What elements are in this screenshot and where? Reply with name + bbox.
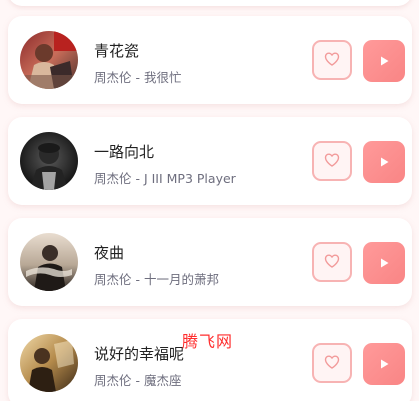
heart-outline-icon: [324, 51, 340, 70]
song-artist-album: 周杰伦 - 十一月的萧邦: [94, 272, 219, 287]
like-button[interactable]: [312, 40, 352, 80]
heart-outline-icon: [324, 253, 340, 272]
like-button[interactable]: [312, 141, 352, 181]
play-button[interactable]: [363, 242, 405, 284]
play-button[interactable]: [363, 40, 405, 82]
song-title: 一路向北: [94, 143, 155, 161]
song-card[interactable]: 夜曲 周杰伦 - 十一月的萧邦: [8, 218, 412, 306]
album-cover: [20, 132, 78, 190]
song-card[interactable]: 青花瓷 周杰伦 - 我很忙: [8, 16, 412, 104]
like-button[interactable]: [312, 242, 352, 282]
song-artist-album: 周杰伦 - 魔杰座: [94, 373, 182, 388]
song-list-page: 青花瓷 周杰伦 - 我很忙 一路向北 周杰伦 - J III MP3 Playe…: [0, 0, 419, 401]
song-title: 说好的幸福呢: [94, 345, 185, 363]
album-cover: [20, 233, 78, 291]
like-button[interactable]: [312, 343, 352, 383]
heart-outline-icon: [324, 152, 340, 171]
play-icon: [378, 52, 390, 71]
song-title: 夜曲: [94, 244, 125, 262]
play-icon: [378, 355, 390, 374]
song-card-partial: [8, 0, 412, 6]
song-title: 青花瓷: [94, 42, 140, 60]
album-cover: [20, 31, 78, 89]
play-button[interactable]: [363, 343, 405, 385]
song-artist-album: 周杰伦 - 我很忙: [94, 70, 182, 85]
play-icon: [378, 153, 390, 172]
song-card[interactable]: 一路向北 周杰伦 - J III MP3 Player: [8, 117, 412, 205]
song-artist-album: 周杰伦 - J III MP3 Player: [94, 171, 236, 186]
watermark: 腾飞网: [182, 332, 234, 351]
heart-outline-icon: [324, 354, 340, 373]
play-button[interactable]: [363, 141, 405, 183]
album-cover: [20, 334, 78, 392]
play-icon: [378, 254, 390, 273]
